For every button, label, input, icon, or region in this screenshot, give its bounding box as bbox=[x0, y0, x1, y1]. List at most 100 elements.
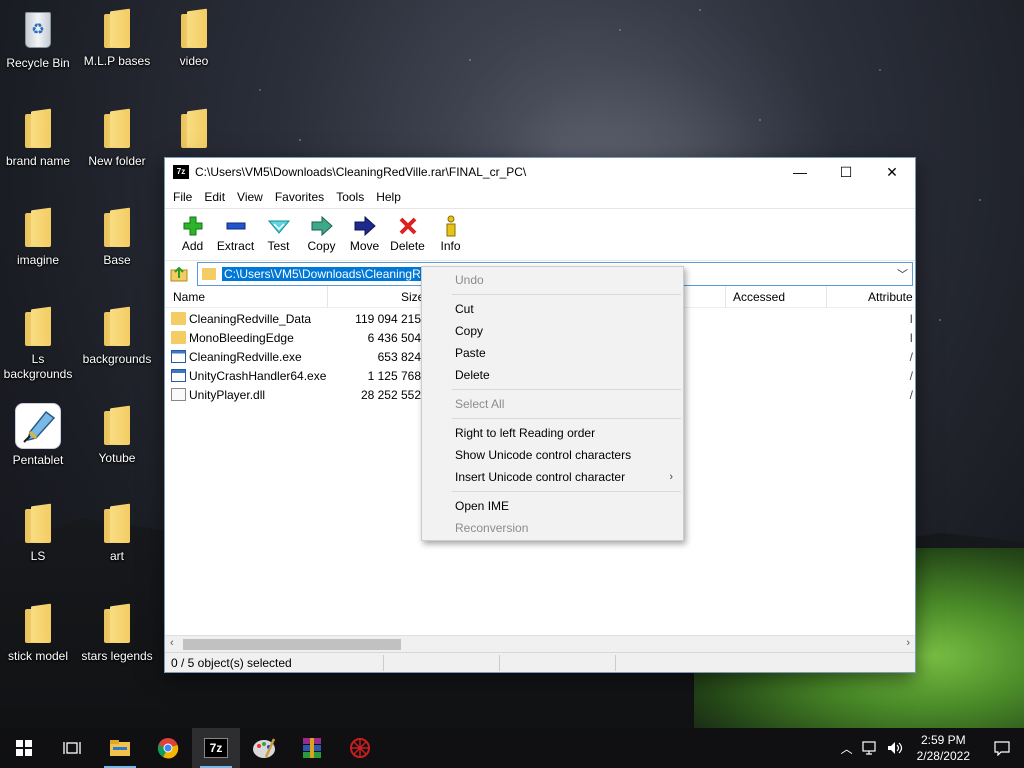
action-center-button[interactable] bbox=[980, 728, 1024, 768]
scrollbar-thumb[interactable] bbox=[183, 639, 401, 650]
desktop-icon-imagine[interactable]: imagine bbox=[0, 207, 76, 268]
menu-item-show-unicode[interactable]: Show Unicode control characters bbox=[422, 444, 683, 466]
desktop-icon-recycle-bin[interactable]: ♻ Recycle Bin bbox=[0, 8, 76, 71]
clock[interactable]: 2:59 PM 2/28/2022 bbox=[907, 732, 980, 764]
title-bar[interactable]: 7z C:\Users\VM5\Downloads\CleaningRedVil… bbox=[165, 158, 915, 186]
desktop-icon-label: backgrounds bbox=[82, 352, 152, 366]
address-context-menu: Undo Cut Copy Paste Delete Select All Ri… bbox=[421, 266, 684, 541]
maximize-button[interactable]: ☐ bbox=[823, 158, 869, 186]
taskbar-7zip[interactable]: 7z bbox=[192, 728, 240, 768]
menu-item-cut[interactable]: Cut bbox=[422, 298, 683, 320]
chevron-down-icon[interactable]: ﹀ bbox=[897, 266, 908, 282]
folder-icon bbox=[102, 108, 132, 148]
menu-tools[interactable]: Tools bbox=[330, 190, 370, 204]
menu-file[interactable]: File bbox=[167, 190, 198, 204]
desktop-icon-label: M.L.P bases bbox=[83, 54, 151, 68]
folder-icon bbox=[102, 8, 132, 48]
file-attr: / bbox=[909, 388, 913, 402]
folder-icon bbox=[102, 603, 132, 643]
desktop-icon-label: video bbox=[179, 54, 209, 68]
menu-item-reconversion[interactable]: Reconversion bbox=[422, 517, 683, 539]
desktop-icon-mlp-bases[interactable]: M.L.P bases bbox=[79, 8, 155, 69]
desktop-icon-art[interactable]: art bbox=[79, 503, 155, 564]
taskbar-red-app[interactable] bbox=[336, 728, 384, 768]
up-folder-button[interactable] bbox=[167, 263, 191, 285]
folder-icon bbox=[202, 267, 216, 280]
task-view-button[interactable] bbox=[48, 728, 96, 768]
folder-icon bbox=[102, 503, 132, 543]
show-hidden-icons-icon[interactable]: ︿ bbox=[835, 740, 859, 757]
folder-icon bbox=[23, 503, 53, 543]
close-button[interactable]: ✕ bbox=[869, 158, 915, 186]
add-label: Add bbox=[181, 239, 204, 253]
red-emblem-icon bbox=[350, 738, 370, 758]
desktop-icon-pentablet[interactable]: Pentablet bbox=[0, 403, 76, 468]
file-name: UnityPlayer.dll bbox=[189, 388, 266, 402]
minimize-button[interactable]: — bbox=[777, 158, 823, 186]
desktop-icon-unnamed-folder[interactable] bbox=[156, 108, 232, 154]
taskbar-file-explorer[interactable] bbox=[96, 728, 144, 768]
menu-item-paste[interactable]: Paste bbox=[422, 342, 683, 364]
scroll-left-icon[interactable]: ‹ bbox=[170, 637, 174, 649]
up-folder-icon bbox=[170, 266, 188, 281]
extract-label: Extract bbox=[216, 239, 255, 253]
desktop-icon-base[interactable]: Base bbox=[79, 207, 155, 268]
menu-item-undo[interactable]: Undo bbox=[422, 269, 683, 291]
desktop-icon-yotube[interactable]: Yotube bbox=[79, 405, 155, 466]
file-size: 1 125 768 bbox=[367, 369, 421, 383]
move-button[interactable]: Move bbox=[343, 213, 386, 253]
menu-edit[interactable]: Edit bbox=[198, 190, 231, 204]
desktop-icon-brand-name[interactable]: brand name bbox=[0, 108, 76, 169]
menu-item-delete[interactable]: Delete bbox=[422, 364, 683, 386]
menu-separator bbox=[452, 418, 681, 419]
7zip-icon: 7z bbox=[204, 738, 228, 758]
pentablet-icon bbox=[15, 403, 61, 449]
file-size: 6 436 504 bbox=[367, 331, 421, 345]
menu-favorites[interactable]: Favorites bbox=[269, 190, 330, 204]
desktop-icon-ls[interactable]: LS bbox=[0, 503, 76, 564]
column-header-name[interactable]: Name bbox=[173, 290, 205, 304]
menu-item-label: Insert Unicode control character bbox=[455, 470, 626, 484]
desktop-icon-stick-model[interactable]: stick model bbox=[0, 603, 76, 664]
info-button[interactable]: Info bbox=[429, 213, 472, 253]
desktop-icon-ls-backgrounds[interactable]: Ls backgrounds bbox=[0, 306, 76, 382]
menu-item-rtl-reading-order[interactable]: Right to left Reading order bbox=[422, 422, 683, 444]
desktop-icon-label: art bbox=[109, 549, 124, 563]
desktop-icon-new-folder[interactable]: New folder bbox=[79, 108, 155, 169]
column-header-accessed[interactable]: Accessed bbox=[733, 290, 785, 304]
volume-icon[interactable] bbox=[886, 740, 904, 756]
menu-item-select-all[interactable]: Select All bbox=[422, 393, 683, 415]
desktop-icon-stars-legends[interactable]: stars legends bbox=[79, 603, 155, 664]
recycle-bin-icon: ♻ bbox=[19, 8, 57, 50]
menu-item-copy[interactable]: Copy bbox=[422, 320, 683, 342]
test-button[interactable]: Test bbox=[257, 213, 300, 253]
desktop-icon-label: New folder bbox=[88, 154, 146, 168]
test-label: Test bbox=[267, 239, 290, 253]
network-icon[interactable] bbox=[862, 740, 880, 756]
extract-button[interactable]: Extract bbox=[214, 213, 257, 253]
add-button[interactable]: Add bbox=[171, 213, 214, 253]
desktop-icon-video[interactable]: video bbox=[156, 8, 232, 69]
chevron-right-icon: › bbox=[669, 471, 673, 483]
horizontal-scrollbar[interactable]: ‹ › bbox=[165, 635, 915, 652]
window-title: C:\Users\VM5\Downloads\CleaningRedVille.… bbox=[195, 165, 527, 179]
column-header-attributes[interactable]: Attribute bbox=[868, 290, 913, 304]
taskbar-winrar[interactable] bbox=[288, 728, 336, 768]
start-button[interactable] bbox=[0, 728, 48, 768]
test-icon bbox=[267, 220, 290, 234]
desktop-icon-backgrounds[interactable]: backgrounds bbox=[79, 306, 155, 367]
menu-separator bbox=[452, 294, 681, 295]
desktop-icon-label: stars legends bbox=[81, 649, 153, 663]
delete-button[interactable]: Delete bbox=[386, 213, 429, 253]
menu-help[interactable]: Help bbox=[370, 190, 407, 204]
menu-separator bbox=[452, 491, 681, 492]
menu-item-open-ime[interactable]: Open IME bbox=[422, 495, 683, 517]
folder-icon bbox=[102, 405, 132, 445]
menu-item-insert-unicode[interactable]: Insert Unicode control character › bbox=[422, 466, 683, 488]
taskbar-paint-app[interactable] bbox=[240, 728, 288, 768]
taskbar-chrome[interactable] bbox=[144, 728, 192, 768]
scroll-right-icon[interactable]: › bbox=[906, 637, 910, 649]
folder-icon bbox=[23, 306, 53, 346]
copy-button[interactable]: Copy bbox=[300, 213, 343, 253]
menu-view[interactable]: View bbox=[231, 190, 269, 204]
